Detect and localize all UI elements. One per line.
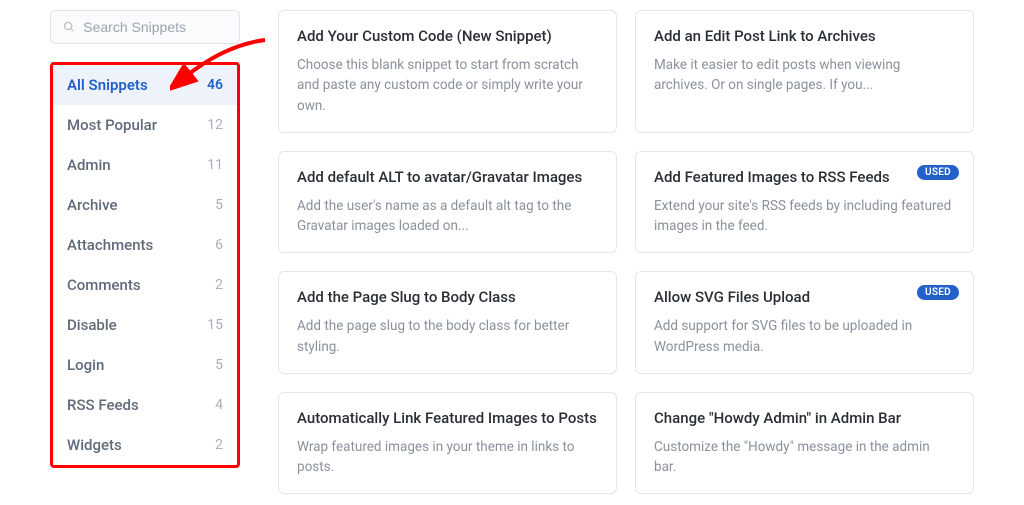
snippet-desc: Add support for SVG files to be uploaded… <box>654 316 955 357</box>
snippet-desc: Add the page slug to the body class for … <box>297 316 598 357</box>
snippet-title: Change "Howdy Admin" in Admin Bar <box>654 409 955 427</box>
category-attachments[interactable]: Attachments 6 <box>53 225 237 265</box>
category-label: RSS Feeds <box>67 396 139 414</box>
snippet-title: Automatically Link Featured Images to Po… <box>297 409 598 427</box>
category-admin[interactable]: Admin 11 <box>53 145 237 185</box>
snippet-card[interactable]: USED Allow SVG Files Upload Add support … <box>635 271 974 374</box>
category-count: 15 <box>207 317 223 333</box>
snippet-desc: Extend your site's RSS feeds by includin… <box>654 196 955 237</box>
snippet-desc: Wrap featured images in your theme in li… <box>297 437 598 478</box>
category-archive[interactable]: Archive 5 <box>53 185 237 225</box>
category-login[interactable]: Login 5 <box>53 345 237 385</box>
category-label: Most Popular <box>67 116 157 134</box>
snippet-title: Add Your Custom Code (New Snippet) <box>297 27 598 45</box>
snippet-title: Add the Page Slug to Body Class <box>297 288 598 306</box>
category-label: Disable <box>67 316 117 334</box>
search-box[interactable] <box>50 10 240 44</box>
category-count: 12 <box>207 117 223 133</box>
snippet-card[interactable]: USED Add Featured Images to RSS Feeds Ex… <box>635 151 974 254</box>
category-label: All Snippets <box>67 76 148 94</box>
sidebar: All Snippets 46 Most Popular 12 Admin 11… <box>0 10 250 505</box>
snippet-desc: Customize the "Howdy" message in the adm… <box>654 437 955 478</box>
snippet-title: Add default ALT to avatar/Gravatar Image… <box>297 168 598 186</box>
category-count: 2 <box>215 437 223 453</box>
category-count: 11 <box>207 157 223 173</box>
app-container: All Snippets 46 Most Popular 12 Admin 11… <box>0 0 1024 505</box>
category-disable[interactable]: Disable 15 <box>53 305 237 345</box>
snippet-card[interactable]: Add an Edit Post Link to Archives Make i… <box>635 10 974 133</box>
snippet-desc: Make it easier to edit posts when viewin… <box>654 55 955 96</box>
category-all-snippets[interactable]: All Snippets 46 <box>53 65 237 105</box>
category-count: 2 <box>215 277 223 293</box>
category-count: 4 <box>215 397 223 413</box>
snippet-card[interactable]: Add the Page Slug to Body Class Add the … <box>278 271 617 374</box>
category-label: Widgets <box>67 436 122 454</box>
used-badge: USED <box>917 165 959 180</box>
category-label: Comments <box>67 276 141 294</box>
snippet-card[interactable]: Change "Howdy Admin" in Admin Bar Custom… <box>635 392 974 495</box>
snippet-title: Allow SVG Files Upload <box>654 288 955 306</box>
category-count: 6 <box>215 237 223 253</box>
snippet-desc: Add the user's name as a default alt tag… <box>297 196 598 237</box>
category-rss-feeds[interactable]: RSS Feeds 4 <box>53 385 237 425</box>
snippet-card[interactable]: Add default ALT to avatar/Gravatar Image… <box>278 151 617 254</box>
category-label: Archive <box>67 196 117 214</box>
snippet-card[interactable]: Automatically Link Featured Images to Po… <box>278 392 617 495</box>
category-comments[interactable]: Comments 2 <box>53 265 237 305</box>
used-badge: USED <box>917 285 959 300</box>
category-list: All Snippets 46 Most Popular 12 Admin 11… <box>50 62 240 468</box>
category-count: 46 <box>207 77 223 93</box>
search-icon <box>63 20 75 34</box>
category-label: Admin <box>67 156 111 174</box>
snippet-card[interactable]: Add Your Custom Code (New Snippet) Choos… <box>278 10 617 133</box>
snippet-title: Add an Edit Post Link to Archives <box>654 27 955 45</box>
snippet-desc: Choose this blank snippet to start from … <box>297 55 598 116</box>
snippet-grid: Add Your Custom Code (New Snippet) Choos… <box>250 10 1024 505</box>
category-widgets[interactable]: Widgets 2 <box>53 425 237 465</box>
category-count: 5 <box>215 197 223 213</box>
search-input[interactable] <box>83 19 227 35</box>
category-label: Login <box>67 356 104 374</box>
snippet-title: Add Featured Images to RSS Feeds <box>654 168 955 186</box>
category-count: 5 <box>215 357 223 373</box>
category-label: Attachments <box>67 236 153 254</box>
category-most-popular[interactable]: Most Popular 12 <box>53 105 237 145</box>
